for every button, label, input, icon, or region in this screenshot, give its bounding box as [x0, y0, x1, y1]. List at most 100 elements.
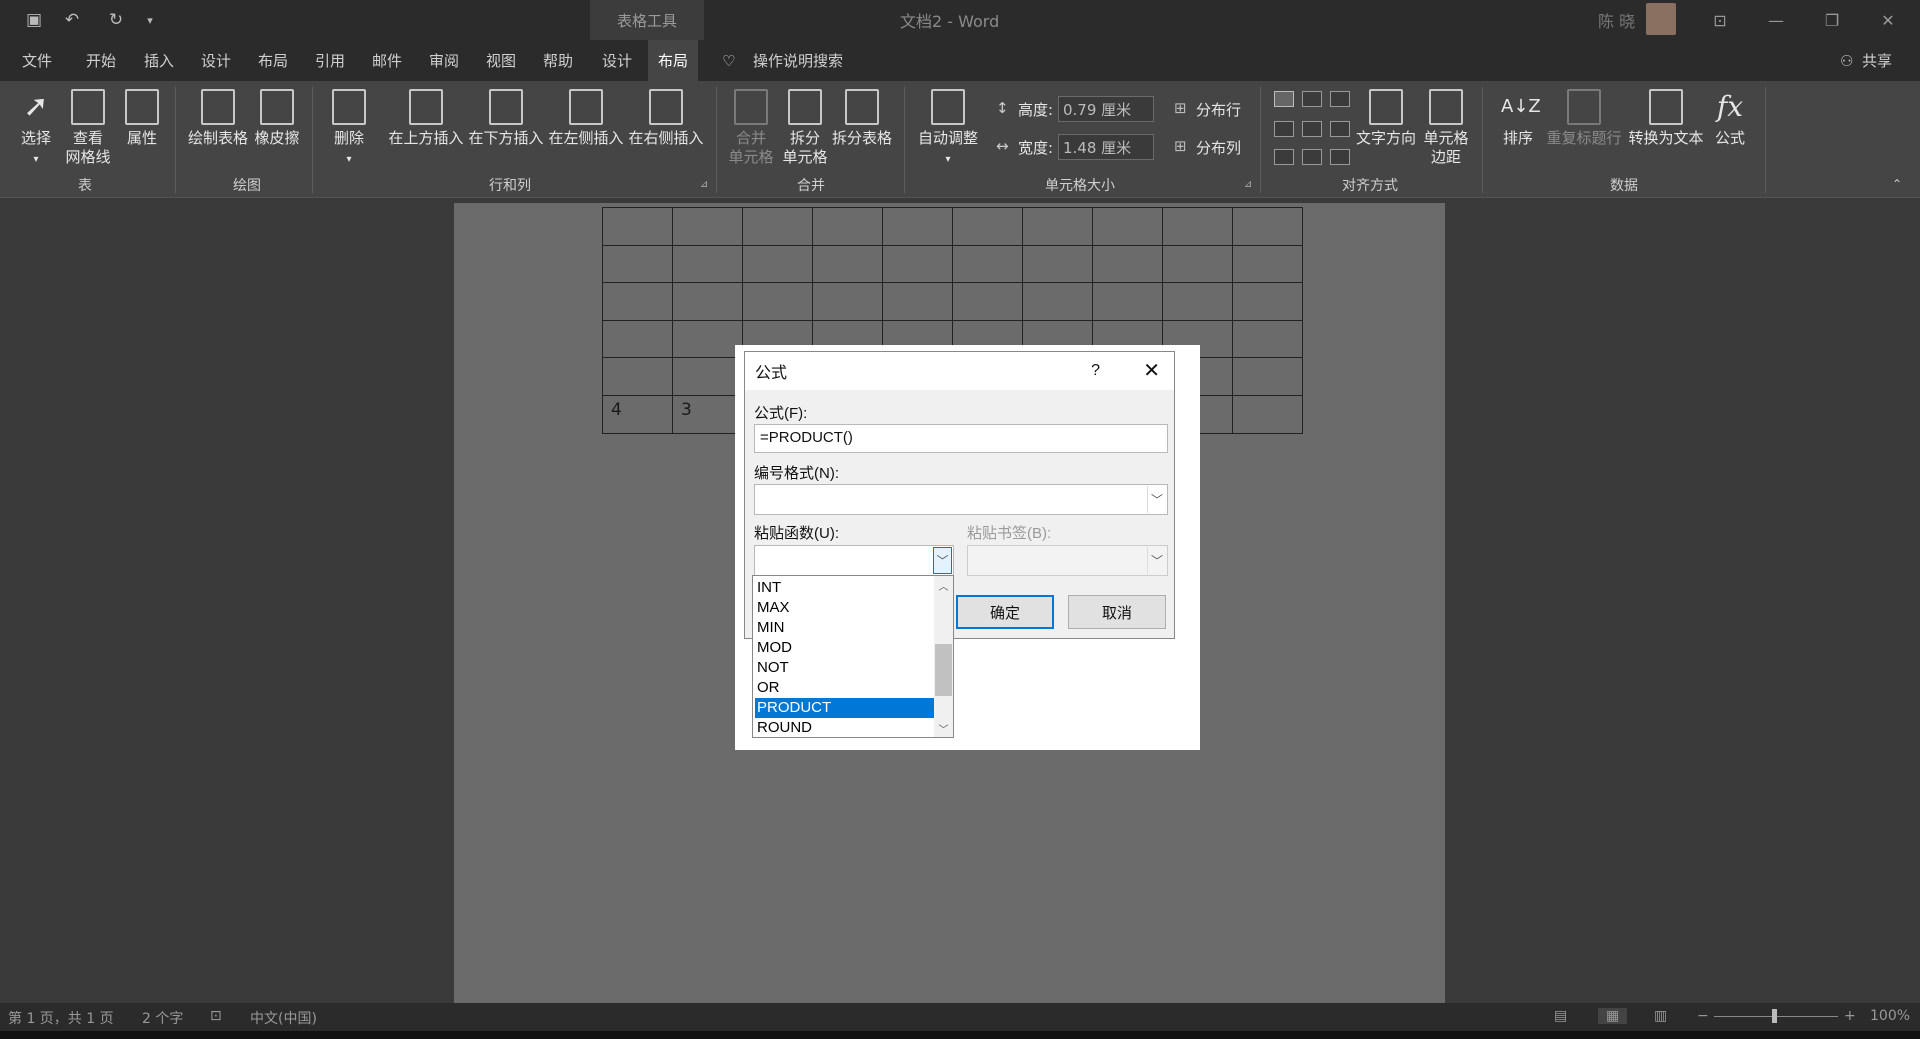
insert-right-button[interactable]: 在右侧插入: [626, 89, 706, 148]
cell-margins-button[interactable]: 单元格 边距: [1420, 89, 1472, 167]
ribbon-display-icon[interactable]: ⊡: [1692, 0, 1748, 40]
split-table-button[interactable]: 拆分表格: [830, 89, 894, 148]
share-icon[interactable]: ⚇: [1840, 40, 1853, 81]
tab-view[interactable]: 视图: [486, 40, 516, 81]
align-bottom-center[interactable]: [1302, 149, 1322, 165]
align-top-right[interactable]: [1330, 91, 1350, 107]
insert-above-button[interactable]: 在上方插入: [386, 89, 466, 148]
text-direction-button[interactable]: 文字方向: [1354, 89, 1418, 148]
align-middle-right[interactable]: [1330, 121, 1350, 137]
ok-button[interactable]: 确定: [956, 595, 1054, 629]
split-cells-button[interactable]: 拆分 单元格: [780, 89, 830, 167]
repeat-header-button[interactable]: 重复标题行: [1544, 89, 1624, 148]
height-input[interactable]: 0.79 厘米: [1058, 96, 1154, 122]
list-item[interactable]: OR: [755, 678, 935, 698]
word-count[interactable]: 2 个字: [142, 1008, 183, 1028]
table-cell[interactable]: 4: [602, 394, 673, 434]
tab-insert[interactable]: 插入: [144, 40, 174, 81]
align-middle-center[interactable]: [1302, 121, 1322, 137]
align-bottom-left[interactable]: [1274, 149, 1294, 165]
tab-references[interactable]: 引用: [315, 40, 345, 81]
tab-design[interactable]: 设计: [201, 40, 231, 81]
tab-review[interactable]: 审阅: [429, 40, 459, 81]
zoom-in-icon[interactable]: +: [1844, 1008, 1856, 1024]
convert-to-text-button[interactable]: 转换为文本: [1626, 89, 1706, 148]
scrollbar[interactable]: ︿ ﹀: [934, 576, 953, 737]
minimize-icon[interactable]: —: [1748, 0, 1804, 40]
table-row: [602, 282, 1303, 321]
help-button[interactable]: ?: [1091, 362, 1100, 380]
read-mode-icon[interactable]: ▤: [1554, 1008, 1567, 1024]
web-layout-icon[interactable]: ▥: [1654, 1008, 1667, 1024]
user-name[interactable]: 陈 晓: [1598, 8, 1635, 32]
share-button[interactable]: 共享: [1862, 40, 1892, 81]
restore-icon[interactable]: ❐: [1804, 0, 1860, 40]
cancel-button[interactable]: 取消: [1068, 595, 1166, 629]
save-icon[interactable]: ▣: [22, 8, 46, 32]
zoom-level[interactable]: 100%: [1870, 1008, 1910, 1024]
tab-layout[interactable]: 布局: [258, 40, 288, 81]
tab-file[interactable]: 文件: [22, 40, 52, 81]
list-item-selected[interactable]: PRODUCT: [755, 698, 935, 718]
chevron-down-icon[interactable]: ﹀: [933, 547, 952, 574]
draw-table-button[interactable]: 绘制表格: [186, 89, 250, 148]
paste-function-select[interactable]: ﹀: [754, 545, 954, 576]
merge-cells-button[interactable]: 合并 单元格: [726, 89, 776, 167]
language-indicator[interactable]: 中文(中国): [250, 1008, 317, 1028]
list-item[interactable]: MAX: [755, 598, 935, 618]
print-layout-icon[interactable]: ▦: [1598, 1008, 1628, 1024]
view-gridlines-button[interactable]: 查看 网格线: [62, 89, 114, 167]
chevron-down-icon[interactable]: ﹀: [1147, 547, 1166, 574]
width-input[interactable]: 1.48 厘米: [1058, 134, 1154, 160]
tab-table-design[interactable]: 设计: [602, 40, 632, 81]
list-item[interactable]: ROUND: [755, 718, 935, 737]
proofing-icon[interactable]: ⊡: [210, 1008, 222, 1024]
formula-button[interactable]: fx 公式: [1710, 89, 1750, 148]
customize-icon[interactable]: ▾: [138, 8, 162, 32]
list-item[interactable]: MIN: [755, 618, 935, 638]
insert-below-button[interactable]: 在下方插入: [466, 89, 546, 148]
number-format-select[interactable]: ﹀: [754, 484, 1168, 515]
align-top-left[interactable]: [1274, 91, 1294, 107]
page-count[interactable]: 第 1 页，共 1 页: [8, 1008, 114, 1028]
eraser-button[interactable]: 橡皮擦: [252, 89, 302, 148]
delete-button[interactable]: 删除 ▾: [326, 89, 372, 169]
distribute-rows-button[interactable]: 分布行: [1196, 99, 1241, 120]
list-item[interactable]: NOT: [755, 658, 935, 678]
tell-me-search[interactable]: 操作说明搜索: [753, 40, 843, 81]
close-icon[interactable]: ✕: [1860, 0, 1916, 40]
align-middle-left[interactable]: [1274, 121, 1294, 137]
function-dropdown-list[interactable]: INT MAX MIN MOD NOT OR PRODUCT ROUND ︿ ﹀: [752, 575, 954, 738]
align-bottom-right[interactable]: [1330, 149, 1350, 165]
avatar[interactable]: [1646, 3, 1676, 35]
scroll-up-icon[interactable]: ︿: [934, 576, 953, 594]
dialog-launcher-icon[interactable]: ⊿: [1244, 179, 1252, 190]
distribute-cols-button[interactable]: 分布列: [1196, 137, 1241, 158]
gridlines-icon: [71, 89, 105, 125]
undo-icon[interactable]: ↶: [60, 8, 84, 32]
zoom-slider-thumb[interactable]: [1772, 1009, 1777, 1023]
autofit-button[interactable]: 自动调整 ▾: [916, 89, 980, 169]
properties-button[interactable]: 属性: [121, 89, 163, 148]
list-item[interactable]: MOD: [755, 638, 935, 658]
zoom-out-icon[interactable]: −: [1697, 1008, 1709, 1024]
close-dialog-button[interactable]: ✕: [1143, 358, 1160, 383]
collapse-ribbon-icon[interactable]: ⌃: [1892, 177, 1902, 191]
align-top-center[interactable]: [1302, 91, 1322, 107]
paste-bookmark-select[interactable]: ﹀: [967, 545, 1168, 576]
dialog-launcher-icon[interactable]: ⊿: [700, 179, 708, 190]
scroll-thumb[interactable]: [935, 644, 952, 696]
tab-mailings[interactable]: 邮件: [372, 40, 402, 81]
insert-left-button[interactable]: 在左侧插入: [546, 89, 626, 148]
tab-home[interactable]: 开始: [86, 40, 116, 81]
chevron-down-icon[interactable]: ﹀: [1147, 486, 1166, 513]
redo-icon[interactable]: ↻: [104, 8, 128, 32]
tab-table-layout[interactable]: 布局: [648, 40, 699, 81]
sort-button[interactable]: A↓Z 排序: [1496, 89, 1541, 148]
list-item[interactable]: INT: [755, 578, 935, 598]
select-button[interactable]: ➚ 选择 ▾: [18, 89, 54, 169]
scroll-down-icon[interactable]: ﹀: [934, 719, 953, 737]
tab-help[interactable]: 帮助: [543, 40, 573, 81]
table-cell[interactable]: 3: [672, 394, 743, 434]
formula-input[interactable]: =PRODUCT(): [754, 424, 1168, 453]
